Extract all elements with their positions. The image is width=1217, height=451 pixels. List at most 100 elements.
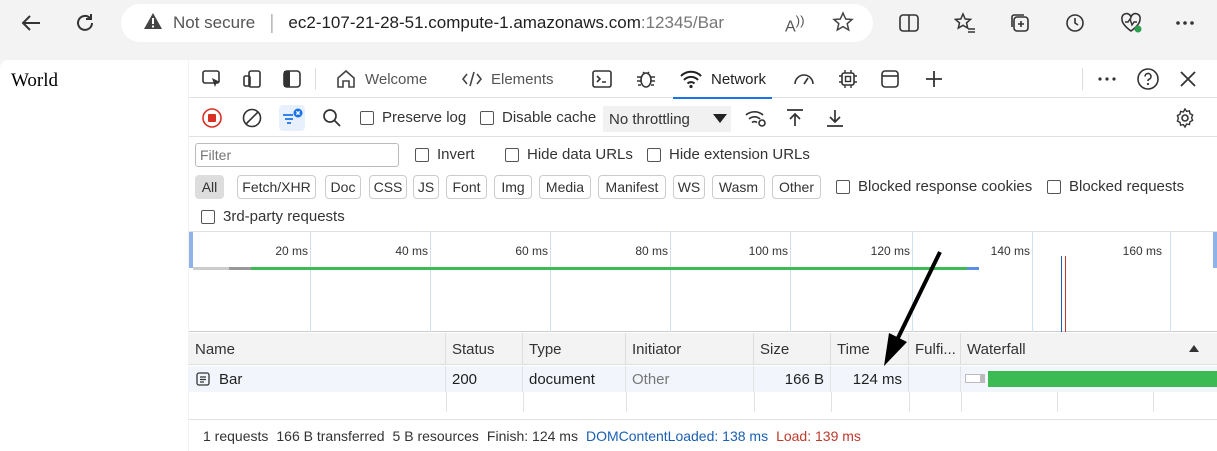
third-party-checkbox[interactable]: 3rd-party requests — [201, 208, 345, 225]
overview-right-handle[interactable] — [1213, 232, 1217, 268]
third-party-box[interactable] — [201, 209, 215, 224]
browser-essentials-icon[interactable] — [1114, 6, 1148, 40]
tab-elements[interactable]: Elements — [461, 60, 554, 98]
blocked-cookies-checkbox[interactable]: Blocked response cookies — [836, 178, 1032, 195]
col-header-time[interactable]: Time — [831, 333, 909, 365]
network-toolbar: Preserve log Disable cache No throttling — [189, 99, 1217, 137]
network-conditions-icon[interactable] — [743, 105, 769, 131]
disable-cache-box[interactable] — [480, 110, 494, 125]
clear-icon[interactable] — [239, 105, 265, 131]
invert-checkbox[interactable]: Invert — [415, 146, 475, 163]
performance-icon[interactable] — [791, 66, 817, 92]
overview-left-handle[interactable] — [189, 232, 193, 268]
blocked-requests-checkbox[interactable]: Blocked requests — [1047, 178, 1184, 195]
col-header-type[interactable]: Type — [523, 333, 626, 365]
address-separator: | — [269, 11, 275, 34]
waterfall-queue-segment — [965, 374, 981, 383]
chip-fetch-xhr[interactable]: Fetch/XHR — [237, 175, 316, 199]
chip-css[interactable]: CSS — [369, 175, 407, 199]
summary-dom-content-loaded: DOMContentLoaded: 138 ms — [585, 427, 769, 444]
col-header-status[interactable]: Status — [446, 333, 523, 365]
disable-cache-checkbox[interactable]: Disable cache — [480, 109, 596, 126]
throttling-select[interactable]: No throttling — [603, 106, 731, 132]
chip-ws[interactable]: WS — [673, 175, 705, 199]
network-settings-gear-icon[interactable] — [1172, 105, 1198, 131]
add-tool-icon[interactable] — [921, 66, 947, 92]
chip-other[interactable]: Other — [772, 175, 821, 199]
throttling-value: No throttling — [609, 110, 690, 128]
tab-network[interactable]: Network — [673, 60, 773, 99]
url-host: ec2-107-21-28-51.compute-1.amazonaws.com — [288, 13, 641, 32]
preserve-log-checkbox[interactable]: Preserve log — [360, 109, 466, 126]
collections-icon[interactable] — [1003, 6, 1037, 40]
favorite-star-icon[interactable] — [832, 11, 854, 38]
back-icon[interactable] — [14, 6, 48, 40]
close-devtools-icon[interactable] — [1175, 66, 1201, 92]
overview-tick: 20 ms — [275, 244, 308, 258]
col-header-size[interactable]: Size — [754, 333, 831, 365]
table-empty-row — [189, 392, 1217, 412]
col-header-fulfilled[interactable]: Fulfi... — [909, 333, 961, 365]
help-icon[interactable] — [1135, 66, 1161, 92]
table-row[interactable]: Bar 200 document Other 166 B 124 ms — [189, 366, 1217, 392]
page-body-text: World — [11, 70, 59, 91]
dock-side-icon[interactable] — [279, 66, 305, 92]
chip-js[interactable]: JS — [413, 175, 439, 199]
security-label: Not secure — [173, 13, 256, 32]
search-icon[interactable] — [319, 105, 345, 131]
cell-waterfall — [961, 366, 1217, 392]
export-har-icon[interactable] — [822, 105, 848, 131]
more-options-icon[interactable] — [1094, 66, 1120, 92]
read-aloud-icon[interactable]: A)) — [785, 13, 805, 36]
chip-media[interactable]: Media — [539, 175, 591, 199]
tab-welcome[interactable]: Welcome — [335, 60, 427, 98]
more-menu-icon[interactable] — [1168, 6, 1202, 40]
import-har-icon[interactable] — [782, 105, 808, 131]
network-summary-bar: 1 requests 166 B transferred 5 B resourc… — [189, 419, 1217, 451]
chip-manifest[interactable]: Manifest — [598, 175, 666, 199]
record-stop-icon[interactable] — [199, 105, 225, 131]
console-icon[interactable] — [589, 66, 615, 92]
hide-data-urls-box[interactable] — [505, 147, 519, 162]
blocked-requests-label: Blocked requests — [1069, 178, 1185, 195]
chip-doc[interactable]: Doc — [325, 175, 361, 199]
sources-bug-icon[interactable] — [633, 66, 659, 92]
device-emulation-icon[interactable] — [239, 66, 265, 92]
blocked-cookies-box[interactable] — [836, 179, 850, 194]
col-header-waterfall-label: Waterfall — [967, 340, 1026, 358]
hide-extension-urls-label: Hide extension URLs — [669, 146, 810, 163]
split-screen-icon[interactable] — [892, 6, 926, 40]
chip-font[interactable]: Font — [446, 175, 487, 199]
hide-extension-urls-checkbox[interactable]: Hide extension URLs — [647, 146, 810, 163]
application-icon[interactable] — [877, 66, 903, 92]
inspect-element-icon[interactable] — [199, 66, 225, 92]
address-bar[interactable]: Not secure | ec2-107-21-28-51.compute-1.… — [121, 4, 873, 42]
page-viewport: World — [0, 60, 188, 451]
cell-time: 124 ms — [831, 366, 909, 392]
history-icon[interactable] — [1058, 6, 1092, 40]
chip-img[interactable]: Img — [494, 175, 532, 199]
tab-elements-label: Elements — [491, 70, 554, 88]
blocked-requests-box[interactable] — [1047, 179, 1061, 194]
memory-chip-icon[interactable] — [835, 66, 861, 92]
hide-extension-urls-box[interactable] — [647, 147, 661, 162]
hide-data-urls-checkbox[interactable]: Hide data URLs — [505, 146, 633, 163]
url-path: :12345/Bar — [640, 13, 725, 32]
network-overview-timeline[interactable]: 20 ms 40 ms 60 ms 80 ms 100 ms 120 ms 14… — [189, 232, 1217, 332]
chip-wasm[interactable]: Wasm — [712, 175, 765, 199]
overview-wait-bar — [229, 267, 251, 270]
hide-data-urls-label: Hide data URLs — [527, 146, 633, 163]
invert-box[interactable] — [415, 147, 429, 162]
preserve-log-box[interactable] — [360, 110, 374, 125]
overview-tick: 40 ms — [395, 244, 428, 258]
filter-input[interactable] — [195, 143, 399, 167]
chip-all[interactable]: All — [195, 175, 224, 199]
refresh-icon[interactable] — [68, 6, 102, 40]
filter-toggle-icon[interactable] — [279, 105, 305, 131]
filter-bar: Invert Hide data URLs Hide extension URL… — [189, 138, 1217, 232]
col-header-name[interactable]: Name — [189, 333, 446, 365]
col-header-initiator[interactable]: Initiator — [626, 333, 754, 365]
col-header-waterfall[interactable]: Waterfall — [961, 333, 1217, 365]
overview-tick: 160 ms — [1122, 244, 1162, 258]
favorites-icon[interactable] — [948, 6, 982, 40]
